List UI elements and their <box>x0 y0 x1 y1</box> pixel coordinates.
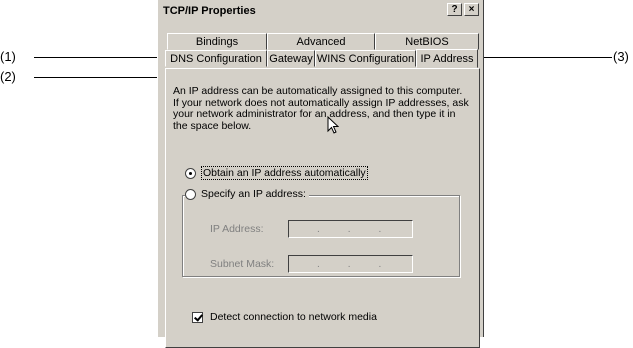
subnet-mask-field[interactable]: . . . <box>288 255 413 273</box>
arrow-cursor-icon <box>327 116 339 134</box>
ip-address-field[interactable]: . . . <box>288 220 413 238</box>
specify-ip-label: Specify an IP address: <box>201 188 306 200</box>
ip-dot-2: . <box>347 224 351 235</box>
ip-address-label: IP Address: <box>210 223 264 235</box>
obtain-ip-option[interactable]: Obtain an IP address automatically <box>185 166 368 180</box>
detect-connection-option[interactable]: Detect connection to network media <box>192 311 377 323</box>
detect-connection-checkbox[interactable] <box>192 311 203 323</box>
ip-address-panel: An IP address can be automatically assig… <box>165 68 480 348</box>
specify-ip-option[interactable]: Specify an IP address: <box>185 188 309 200</box>
callout-1: (1) <box>0 49 16 64</box>
mask-dot-1: . <box>316 259 320 270</box>
subnet-mask-label: Subnet Mask: <box>210 258 275 270</box>
ip-description-text: An IP address can be automatically assig… <box>173 85 469 132</box>
title-bar: TCP/IP Properties ? × <box>160 2 481 20</box>
dialog-title: TCP/IP Properties <box>163 5 256 17</box>
callout-3: (3) <box>613 49 629 64</box>
detect-connection-label: Detect connection to network media <box>210 311 377 323</box>
help-button[interactable]: ? <box>447 3 462 16</box>
tab-gateway[interactable]: Gateway <box>267 50 315 67</box>
tab-dns-configuration[interactable]: DNS Configuration <box>165 50 267 67</box>
tab-wins-configuration[interactable]: WINS Configuration <box>315 50 416 67</box>
tab-ip-address[interactable]: IP Address <box>416 49 478 68</box>
callout-3-line <box>468 57 612 58</box>
tab-netbios[interactable]: NetBIOS <box>375 33 479 50</box>
ip-dot-1: . <box>316 224 320 235</box>
callout-1-line <box>34 57 174 58</box>
mask-dot-2: . <box>347 259 351 270</box>
tcpip-properties-dialog: TCP/IP Properties ? × Bindings Advanced … <box>157 0 484 348</box>
mask-dot-3: . <box>378 259 382 270</box>
tab-advanced[interactable]: Advanced <box>267 33 375 50</box>
obtain-ip-label: Obtain an IP address automatically <box>201 166 368 180</box>
ip-dot-3: . <box>378 224 382 235</box>
specify-ip-radio[interactable] <box>185 188 196 200</box>
obtain-ip-radio[interactable] <box>185 167 196 179</box>
callout-2: (2) <box>0 69 16 84</box>
close-button[interactable]: × <box>464 3 479 16</box>
tab-bindings[interactable]: Bindings <box>167 33 267 50</box>
